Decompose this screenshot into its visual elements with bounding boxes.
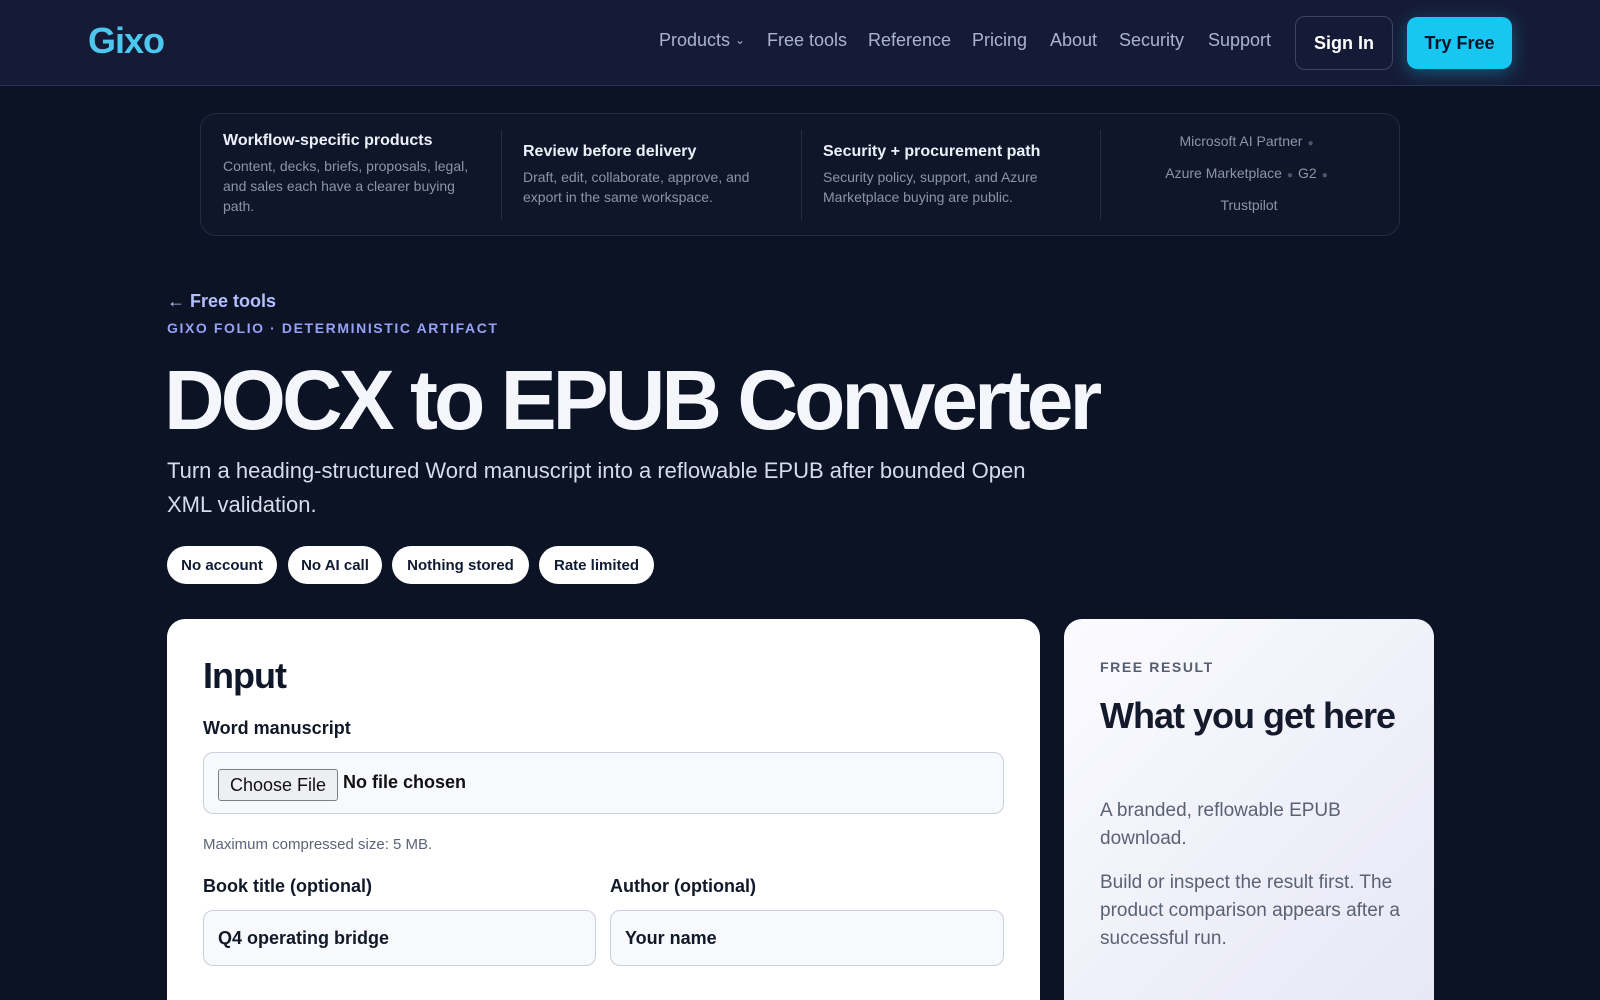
partner-azure[interactable]: Azure Marketplace [1165, 165, 1282, 181]
result-title: What you get here [1100, 695, 1396, 736]
separator-dot: ● [1286, 170, 1294, 181]
page-subtitle: Turn a heading-structured Word manuscrip… [167, 458, 1026, 517]
nav-products-label: Products [659, 30, 731, 50]
gixo-logo[interactable]: Gixo [88, 20, 165, 62]
chevron-down-icon: ⌄ [735, 33, 746, 47]
nav-support[interactable]: Support [1208, 30, 1271, 51]
manuscript-file-input[interactable]: Choose File No file chosen [203, 752, 1004, 814]
page-eyebrow: GIXO FOLIO · DETERMINISTIC ARTIFACT [167, 320, 499, 336]
partner-microsoft[interactable]: Microsoft AI Partner [1180, 133, 1303, 149]
result-eyebrow: FREE RESULT [1100, 659, 1214, 675]
input-card-heading: Input [203, 655, 287, 696]
trust-item-title: Security + procurement path [823, 143, 1041, 160]
trust-item-text: Security policy, support, and Azure Mark… [823, 169, 1038, 205]
badge-no-ai-call: No AI call [288, 546, 382, 584]
trust-item-text: Content, decks, briefs, proposals, legal… [223, 158, 469, 214]
nav-free-tools[interactable]: Free tools [767, 30, 847, 51]
trust-item-title: Workflow-specific products [223, 132, 433, 149]
nav-security[interactable]: Security [1119, 30, 1184, 51]
trust-item-text: Draft, edit, collaborate, approve, and e… [523, 169, 750, 205]
file-status-text: No file chosen [343, 772, 467, 792]
partner-badges: Microsoft AI Partner ● Azure Marketplace ●… [1099, 114, 1399, 235]
partner-g2[interactable]: G2 [1298, 165, 1317, 181]
badge-nothing-stored: Nothing stored [392, 546, 529, 584]
manuscript-label: Word manuscript [203, 718, 351, 738]
divider [501, 130, 502, 220]
top-navigation-bar: Gixo Products ⌄ Free tools Reference Pric… [0, 0, 1600, 86]
book-title-input[interactable] [203, 910, 596, 966]
result-description: A branded, reflowable EPUB download. [1100, 800, 1341, 849]
nav-pricing[interactable]: Pricing [972, 30, 1027, 51]
author-input[interactable] [610, 910, 1004, 966]
nav-about[interactable]: About [1050, 30, 1097, 51]
result-card: FREE RESULT What you get here A branded,… [1064, 619, 1434, 1000]
nav-products[interactable]: Products ⌄ [659, 30, 745, 51]
partner-trustpilot[interactable]: Trustpilot [1220, 197, 1277, 213]
sign-in-button[interactable]: Sign In [1295, 16, 1393, 70]
separator-dot: ● [1307, 138, 1314, 149]
try-free-button[interactable]: Try Free [1407, 17, 1512, 69]
badge-rate-limited: Rate limited [539, 546, 654, 584]
file-size-hint: Maximum compressed size: 5 MB. [203, 836, 433, 853]
trust-item-security: Security + procurement path Security pol… [823, 143, 1083, 264]
partner-line: Microsoft AI Partner ● [1099, 133, 1399, 149]
back-to-free-tools-link[interactable]: ← Free tools [167, 291, 276, 312]
partner-line: Trustpilot [1099, 197, 1399, 213]
trust-item-title: Review before delivery [523, 143, 697, 160]
trust-strip: Workflow-specific products Content, deck… [200, 113, 1400, 236]
author-label: Author (optional) [610, 876, 756, 896]
divider [801, 130, 802, 220]
badge-no-account: No account [167, 546, 277, 584]
trust-item-workflow: Workflow-specific products Content, deck… [223, 132, 483, 253]
choose-file-button[interactable]: Choose File [218, 769, 338, 801]
book-title-label: Book title (optional) [203, 876, 372, 896]
input-card: Input Word manuscript Choose File No fil… [167, 619, 1040, 1000]
separator-dot: ● [1321, 170, 1328, 181]
nav-reference[interactable]: Reference [868, 30, 951, 51]
page-title: DOCX to EPUB Converter [164, 353, 1102, 447]
trust-item-review: Review before delivery Draft, edit, coll… [523, 143, 783, 264]
partner-line: Azure Marketplace ● G2 ● [1099, 165, 1399, 181]
result-note: Build or inspect the result first. The p… [1100, 872, 1400, 949]
